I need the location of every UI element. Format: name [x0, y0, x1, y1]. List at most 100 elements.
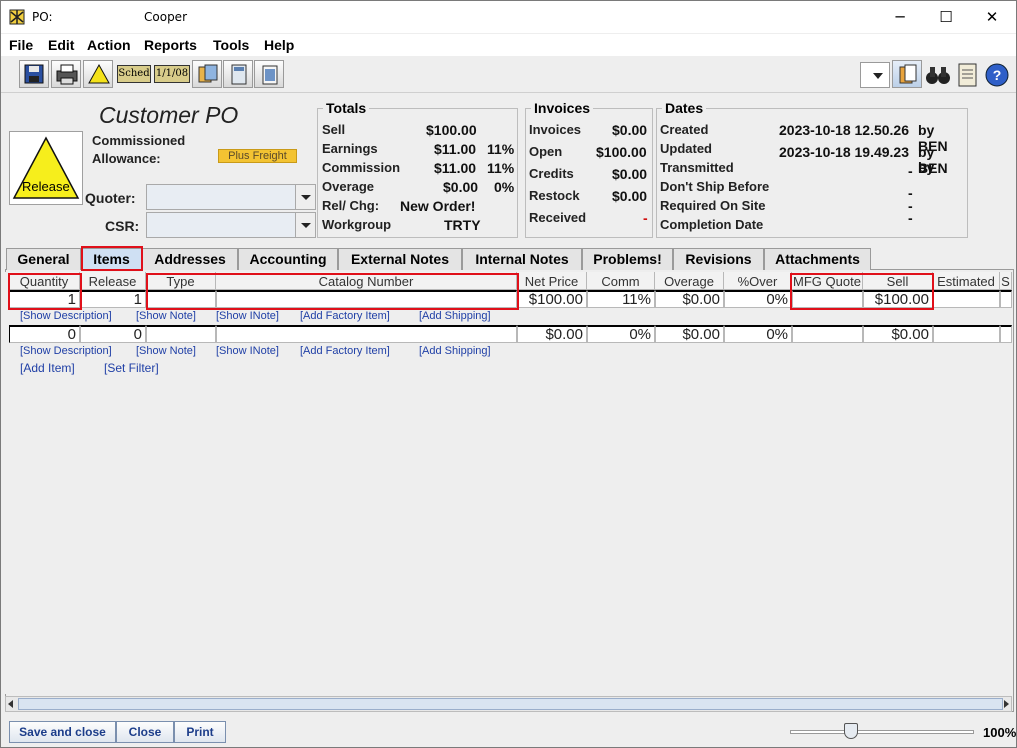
- menu-help[interactable]: Help: [264, 37, 294, 53]
- row2-add-factory-item-link[interactable]: [Add Factory Item]: [300, 345, 390, 357]
- row2-add-shipping-link[interactable]: [Add Shipping]: [419, 345, 491, 357]
- row2-show-inote-link[interactable]: [Show INote]: [216, 345, 279, 357]
- zoom-slider-track[interactable]: [790, 730, 974, 734]
- row2-show-note-link[interactable]: [Show Note]: [136, 345, 196, 357]
- row1-mfg-quote-input[interactable]: [792, 290, 863, 308]
- schedule-button[interactable]: Sched: [117, 65, 151, 83]
- relchg-value: New Order!: [400, 198, 476, 214]
- row1-add-shipping-link[interactable]: [Add Shipping]: [419, 310, 491, 322]
- menu-action[interactable]: Action: [87, 37, 131, 53]
- updated-value: 2023-10-18 19.49.23: [779, 144, 909, 160]
- row1-show-note-link[interactable]: [Show Note]: [136, 310, 196, 322]
- toolbar: Sched 1/1/08 ?: [1, 57, 1016, 93]
- row1-quantity-input[interactable]: 1: [9, 290, 80, 308]
- sell-value: $100.00: [426, 122, 477, 138]
- column-header-quantity[interactable]: Quantity: [9, 272, 80, 290]
- tab-revisions[interactable]: Revisions: [673, 248, 764, 270]
- menu-file[interactable]: File: [9, 37, 33, 53]
- column-header-s[interactable]: S: [1000, 272, 1012, 290]
- calculator-icon[interactable]: [223, 60, 253, 88]
- row1-estimated-select[interactable]: [933, 290, 1000, 308]
- row1-comm-input[interactable]: 11%: [587, 290, 655, 308]
- quoter-select[interactable]: [146, 184, 316, 210]
- row1-net-price-input[interactable]: $100.00: [517, 290, 587, 308]
- column-header-catalog-number[interactable]: Catalog Number: [216, 272, 517, 290]
- save-and-close-button[interactable]: Save and close: [9, 721, 116, 743]
- row1-overage-input[interactable]: $0.00: [655, 290, 724, 308]
- row2-net-price-input[interactable]: $0.00: [517, 325, 587, 343]
- scroll-left-icon[interactable]: [8, 700, 13, 708]
- menu-reports[interactable]: Reports: [144, 37, 197, 53]
- row1-catalog-input[interactable]: [216, 290, 517, 308]
- close-button[interactable]: Close: [116, 721, 174, 743]
- row1-s-checkbox[interactable]: [1000, 290, 1012, 308]
- tab-external-notes[interactable]: External Notes: [338, 248, 462, 270]
- column-header-overage[interactable]: Overage: [655, 272, 724, 290]
- documents-icon[interactable]: [192, 60, 222, 88]
- date-button[interactable]: 1/1/08: [154, 65, 190, 83]
- close-window-button[interactable]: ✕: [969, 1, 1015, 33]
- scroll-right-icon[interactable]: [1004, 700, 1009, 708]
- help-icon[interactable]: ?: [984, 62, 1010, 88]
- row2-quantity-input[interactable]: 0: [9, 325, 80, 343]
- minimize-button[interactable]: ─: [877, 1, 923, 33]
- add-item-link[interactable]: [Add Item]: [20, 361, 75, 375]
- row2-pct-over-input[interactable]: 0%: [724, 325, 792, 343]
- column-header-release[interactable]: Release: [80, 272, 146, 290]
- row1-pct-over-input[interactable]: 0%: [724, 290, 792, 308]
- row2-release-input[interactable]: 0: [80, 325, 146, 343]
- tab-general[interactable]: General: [6, 248, 81, 270]
- row1-sell-input[interactable]: $100.00: [863, 290, 933, 308]
- tab-internal-notes[interactable]: Internal Notes: [462, 248, 582, 270]
- tab-items[interactable]: Items: [81, 248, 142, 270]
- column-header-pct-over[interactable]: %Over: [724, 272, 792, 290]
- save-icon[interactable]: [19, 60, 49, 88]
- column-header-sell[interactable]: Sell: [863, 272, 933, 290]
- binoculars-icon[interactable]: [923, 61, 953, 89]
- clipboard-icon[interactable]: [254, 60, 284, 88]
- menu-tools[interactable]: Tools: [213, 37, 249, 53]
- row1-add-factory-item-link[interactable]: [Add Factory Item]: [300, 310, 390, 322]
- plus-freight-badge[interactable]: Plus Freight: [218, 149, 297, 163]
- menu-edit[interactable]: Edit: [48, 37, 74, 53]
- row2-sell-input[interactable]: $0.00: [863, 325, 933, 343]
- zoom-slider-handle[interactable]: [844, 723, 858, 739]
- tab-addresses[interactable]: Addresses: [142, 248, 238, 270]
- column-header-estimated[interactable]: Estimated: [933, 272, 1000, 290]
- copy-icon[interactable]: [892, 60, 922, 88]
- commission-pct: 11%: [487, 160, 515, 176]
- row2-catalog-input[interactable]: [216, 325, 517, 343]
- column-header-type[interactable]: Type: [146, 272, 216, 290]
- horizontal-scrollbar[interactable]: [5, 696, 1012, 712]
- row2-mfg-quote-input[interactable]: [792, 325, 863, 343]
- scrollbar-thumb[interactable]: [18, 698, 1003, 710]
- print-button[interactable]: Print: [174, 721, 226, 743]
- notes-icon[interactable]: [955, 61, 981, 89]
- release-button[interactable]: Release: [9, 131, 83, 205]
- set-filter-link[interactable]: [Set Filter]: [104, 361, 159, 375]
- tab-attachments[interactable]: Attachments: [764, 248, 871, 270]
- print-icon[interactable]: [51, 60, 81, 88]
- tab-accounting[interactable]: Accounting: [238, 248, 338, 270]
- row2-s-checkbox[interactable]: [1000, 325, 1012, 343]
- totals-title: Totals: [323, 100, 370, 116]
- maximize-button[interactable]: ☐: [923, 1, 969, 33]
- row1-show-inote-link[interactable]: [Show INote]: [216, 310, 279, 322]
- warning-icon[interactable]: [83, 60, 113, 88]
- row1-type-input[interactable]: [146, 290, 216, 308]
- row1-release-input[interactable]: 1: [80, 290, 146, 308]
- row2-comm-input[interactable]: 0%: [587, 325, 655, 343]
- csr-select[interactable]: [146, 212, 316, 238]
- row2-type-input[interactable]: [146, 325, 216, 343]
- column-header-comm[interactable]: Comm: [587, 272, 655, 290]
- row2-estimated-select[interactable]: [933, 325, 1000, 343]
- column-header-net-price[interactable]: Net Price: [517, 272, 587, 290]
- completion-label: Completion Date: [660, 217, 764, 232]
- row2-show-description-link[interactable]: [Show Description]: [20, 345, 112, 357]
- totals-panel: Totals Sell $100.00 Earnings $11.00 11% …: [317, 100, 518, 238]
- column-header-mfg-quote[interactable]: MFG Quote: [792, 272, 863, 290]
- row1-show-description-link[interactable]: [Show Description]: [20, 310, 112, 322]
- row2-overage-input[interactable]: $0.00: [655, 325, 724, 343]
- tab-problems[interactable]: Problems!: [582, 248, 673, 270]
- view-dropdown[interactable]: [860, 62, 890, 88]
